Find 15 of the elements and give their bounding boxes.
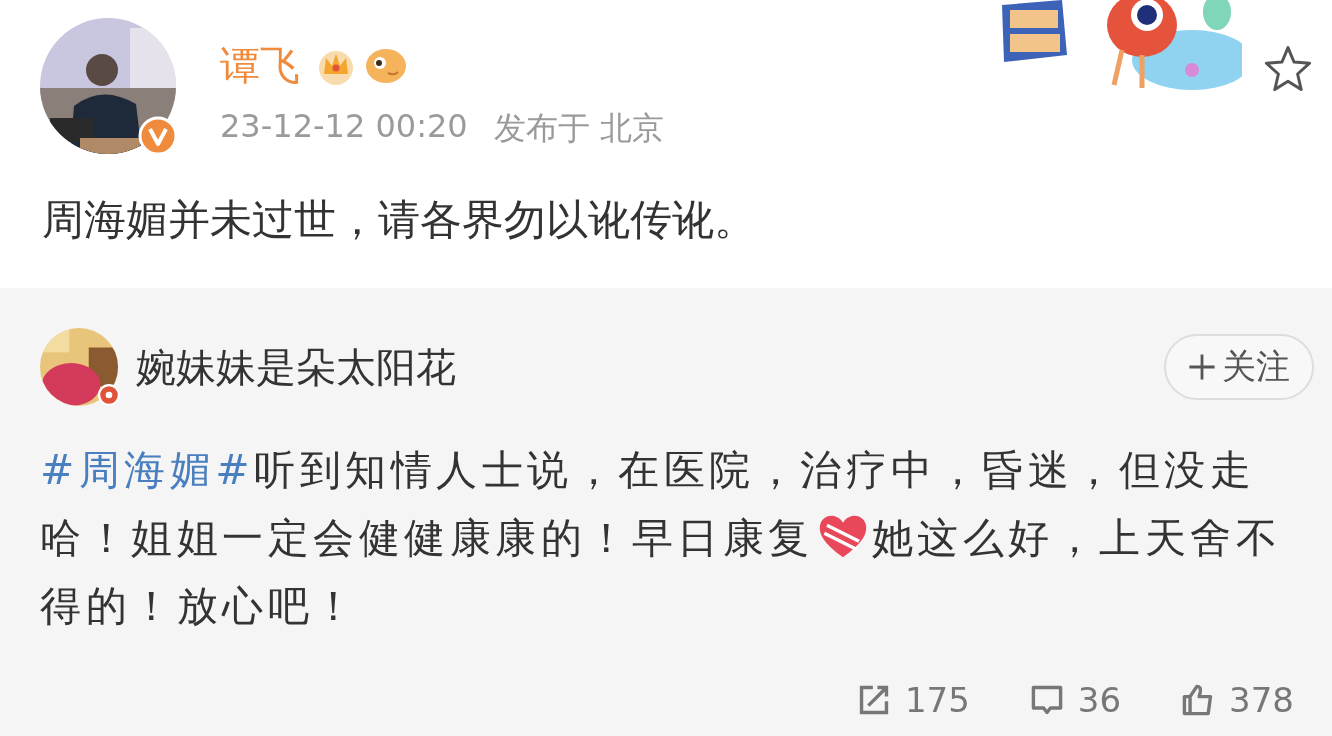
stat-count: 36 bbox=[1077, 680, 1122, 720]
member-badge-icon bbox=[98, 384, 120, 406]
post-text: 周海媚并未过世，请各界勿以讹传讹。 bbox=[42, 194, 757, 246]
retweet-author-name[interactable]: 婉妹妹是朵太阳花 bbox=[136, 339, 456, 395]
follow-button[interactable]: 关注 bbox=[1164, 334, 1314, 400]
comment-icon[interactable] bbox=[1029, 683, 1064, 717]
post-timestamp: 23-12-12 00:20 bbox=[220, 107, 468, 147]
verified-badge-icon bbox=[138, 116, 178, 156]
favorite-star-icon[interactable] bbox=[1264, 44, 1312, 92]
stat-count: 378 bbox=[1229, 680, 1294, 720]
post-location: 发布于 北京 bbox=[493, 108, 664, 149]
plus-icon bbox=[1188, 353, 1216, 381]
hashtag-link[interactable]: #周海媚# bbox=[40, 446, 255, 494]
stat-count: 175 bbox=[904, 680, 970, 720]
retweet-text: #周海媚#听到知情人士说，在医院，治疗中，昏迷，但没走哈！姐姐一定会健健康康的！早日康复 她这么好，上天舍不得的！放心吧！ bbox=[40, 445, 1282, 632]
